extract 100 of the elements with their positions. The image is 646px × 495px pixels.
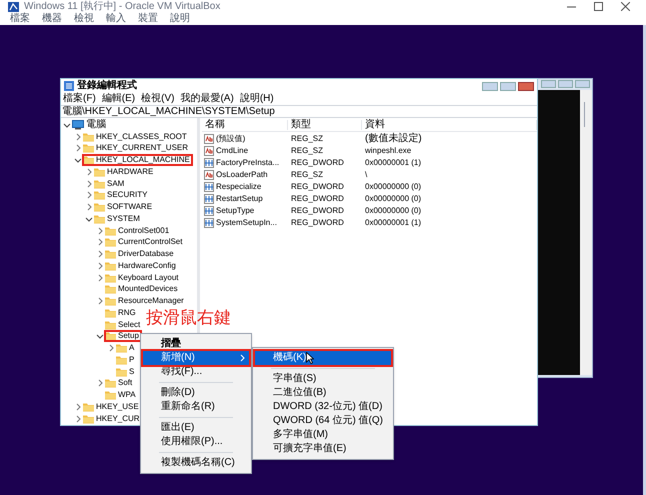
value-name[interactable]: RestartSetup (216, 195, 263, 203)
tree-item[interactable]: HARDWARE (94, 166, 154, 177)
column-header[interactable]: 名稱 (202, 120, 288, 130)
expand-icon[interactable] (74, 132, 82, 141)
tree-item[interactable]: Soft (105, 378, 132, 388)
tree-item[interactable]: SOFTWARE (94, 202, 152, 212)
expand-icon[interactable] (85, 203, 93, 212)
tree-item[interactable]: ControlSet001 (105, 226, 170, 236)
tree-item[interactable]: Keyboard Layout (105, 272, 178, 283)
tree-item[interactable]: HKEY_LOCAL_MACHINE (83, 155, 192, 166)
tree-item[interactable]: HKEY_CUR (83, 414, 140, 424)
menu-item[interactable]: 檢視 (74, 14, 94, 24)
tree-item[interactable]: Select (105, 320, 140, 330)
tree-item[interactable]: A (116, 343, 134, 354)
expand-icon[interactable] (96, 379, 104, 388)
tree-item[interactable]: SYSTEM (94, 214, 140, 224)
expand-icon[interactable] (74, 144, 82, 152)
expand-icon[interactable] (96, 226, 104, 235)
expand-icon[interactable] (96, 250, 104, 258)
value-name[interactable]: FactoryPreInsta... (216, 159, 280, 167)
tree-item[interactable]: P (116, 354, 134, 365)
value-name[interactable]: (預設值) (216, 135, 246, 143)
value-type: REG_DWORD (290, 159, 345, 167)
menu-item[interactable]: QWORD (64 位元) 值(Q) (255, 414, 391, 428)
close-icon[interactable] (621, 2, 630, 11)
close-button[interactable] (518, 82, 534, 90)
tree-item[interactable]: SAM (94, 178, 124, 189)
expand-icon[interactable] (96, 297, 104, 306)
tree-item[interactable]: ResourceManager (105, 296, 184, 306)
collapse-icon[interactable] (74, 156, 82, 164)
tree-item[interactable]: S (116, 366, 134, 377)
menu-item[interactable]: 說明 (170, 14, 190, 24)
menu-item[interactable]: 新增(N) (143, 351, 249, 365)
binary-value-icon (204, 206, 214, 216)
tree-item[interactable]: SECURITY (94, 190, 148, 200)
folder-icon (94, 202, 105, 212)
tree-item[interactable]: HardwareConfig (105, 260, 176, 271)
menu-item[interactable]: 二進位值(B) (255, 386, 391, 400)
value-name[interactable]: SetupType (216, 207, 254, 215)
menu-item[interactable]: 檔案 (10, 14, 30, 24)
tree-item[interactable]: MountedDevices (105, 284, 178, 294)
expand-icon[interactable] (85, 180, 93, 188)
collapse-icon[interactable] (63, 120, 71, 129)
maximize-icon[interactable] (594, 2, 603, 11)
folder-icon (105, 272, 116, 283)
collapse-icon[interactable] (96, 332, 104, 340)
expand-icon[interactable] (107, 344, 115, 352)
expand-icon[interactable] (85, 191, 93, 200)
menu-item[interactable]: 說明(H) (240, 94, 274, 104)
scroll-bar[interactable] (580, 90, 592, 375)
menu-item[interactable]: 複製機碼名稱(C) (143, 456, 249, 470)
menu-item[interactable]: 可擴充字串值(E) (255, 442, 391, 456)
tree-item[interactable]: 電腦 (72, 120, 106, 130)
expand-icon[interactable] (96, 238, 104, 246)
menu-item[interactable]: 機器 (42, 14, 62, 24)
menu-item[interactable]: 裝置 (138, 14, 158, 24)
folder-icon (83, 155, 94, 166)
tree-item[interactable]: HKEY_USE (83, 402, 139, 412)
value-type: REG_SZ (290, 135, 324, 143)
string-value-icon (204, 146, 214, 156)
menu-item[interactable]: 字串值(S) (255, 372, 391, 386)
menu-item[interactable]: 編輯(E) (102, 94, 136, 104)
tree-item[interactable]: RNG (105, 308, 136, 318)
column-header[interactable]: 類型 (288, 120, 362, 130)
expand-icon[interactable] (85, 168, 93, 176)
tree-item[interactable]: DriverDatabase (105, 249, 174, 260)
folder-icon (116, 366, 127, 377)
menu-item[interactable]: 使用權限(P)... (143, 435, 249, 449)
menu-item[interactable]: 重新命名(R) (143, 400, 249, 414)
tree-item[interactable]: Setup (105, 331, 141, 342)
menu-item[interactable]: 摺疊 (143, 337, 249, 351)
value-name[interactable]: Respecialize (216, 183, 262, 191)
expand-icon[interactable] (74, 414, 82, 423)
menu-item[interactable]: 匯出(E) (143, 421, 249, 435)
address-bar[interactable]: 電腦\HKEY_LOCAL_MACHINE\SYSTEM\Setup (61, 105, 537, 118)
menu-item[interactable]: 多字串值(M) (255, 428, 391, 442)
collapse-icon[interactable] (85, 214, 93, 223)
minimize-button[interactable] (482, 82, 498, 90)
mouse-pointer-icon (306, 352, 314, 364)
menu-item[interactable]: 我的最愛(A) (180, 94, 234, 104)
value-name[interactable]: CmdLine (216, 147, 248, 155)
menu-item[interactable]: 機碼(K) (255, 351, 391, 365)
menu-item[interactable]: 輸入 (106, 14, 126, 24)
annotation-text: 按滑鼠右鍵 (146, 309, 231, 326)
expand-icon[interactable] (74, 402, 82, 411)
menu-item[interactable]: 檢視(V) (141, 94, 174, 104)
tree-item[interactable]: HKEY_CLASSES_ROOT (83, 132, 187, 142)
column-header[interactable]: 資料 (362, 120, 537, 130)
expand-icon[interactable] (96, 274, 104, 282)
value-name[interactable]: SystemSetupIn... (216, 219, 277, 227)
value-type: REG_DWORD (290, 183, 345, 191)
value-name[interactable]: OsLoaderPath (216, 171, 268, 179)
tree-item[interactable]: CurrentControlSet (105, 237, 182, 248)
menu-item[interactable]: 檔案(F) (63, 94, 96, 104)
menu-item[interactable]: 刪除(D) (143, 386, 249, 400)
expand-icon[interactable] (96, 262, 104, 270)
window-title: Windows 11 [執行中] - Oracle VM VirtualBox (24, 2, 220, 12)
menu-item[interactable]: DWORD (32-位元) 值(D) (255, 400, 391, 414)
tree-item[interactable]: HKEY_CURRENT_USER (83, 143, 188, 154)
tree-item[interactable]: WPA (105, 390, 136, 400)
